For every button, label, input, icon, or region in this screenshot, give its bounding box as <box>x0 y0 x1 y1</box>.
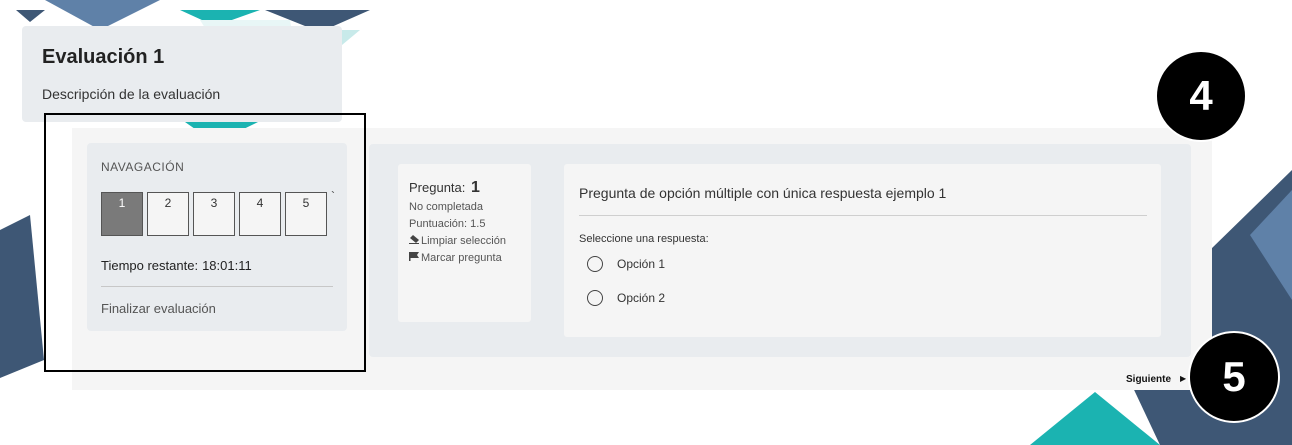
radio-button[interactable] <box>587 256 603 272</box>
option-label: Opción 2 <box>617 291 666 305</box>
question-status: No completada <box>409 201 483 213</box>
next-label: Siguiente <box>1126 374 1172 385</box>
question-number-label: Pregunta: <box>409 180 466 195</box>
question-panel: Pregunta: 1 No completada Puntuación: 1.… <box>369 144 1191 357</box>
step-badge-5: 5 <box>1188 331 1280 423</box>
step-badge-4: 4 <box>1155 50 1247 142</box>
flag-question-button[interactable]: Marcar pregunta <box>409 252 502 264</box>
clear-selection-label: Limpiar selección <box>421 235 506 247</box>
question-content: Pregunta de opción múltiple con única re… <box>564 164 1161 337</box>
flag-question-label: Marcar pregunta <box>421 252 502 264</box>
question-info-card: Pregunta: 1 No completada Puntuación: 1.… <box>398 164 531 322</box>
evaluation-description: Descripción de la evaluación <box>42 86 221 102</box>
question-number: Pregunta: 1 <box>409 179 480 197</box>
evaluation-title: Evaluación 1 <box>42 46 165 68</box>
question-number-value: 1 <box>471 179 480 196</box>
highlight-frame <box>44 113 366 372</box>
eraser-icon <box>409 235 421 247</box>
option-label: Opción 1 <box>617 257 666 271</box>
answer-prompt: Seleccione una respuesta: <box>579 233 709 245</box>
flag-icon <box>409 252 421 264</box>
question-score: Puntuación: 1.5 <box>409 218 486 230</box>
evaluation-header: Evaluación 1 Descripción de la evaluació… <box>22 26 342 122</box>
clear-selection-button[interactable]: Limpiar selección <box>409 235 506 247</box>
radio-button[interactable] <box>587 290 603 306</box>
divider <box>579 215 1147 216</box>
caret-right-icon: ▶ <box>1180 374 1187 383</box>
question-text: Pregunta de opción múltiple con única re… <box>579 185 947 201</box>
